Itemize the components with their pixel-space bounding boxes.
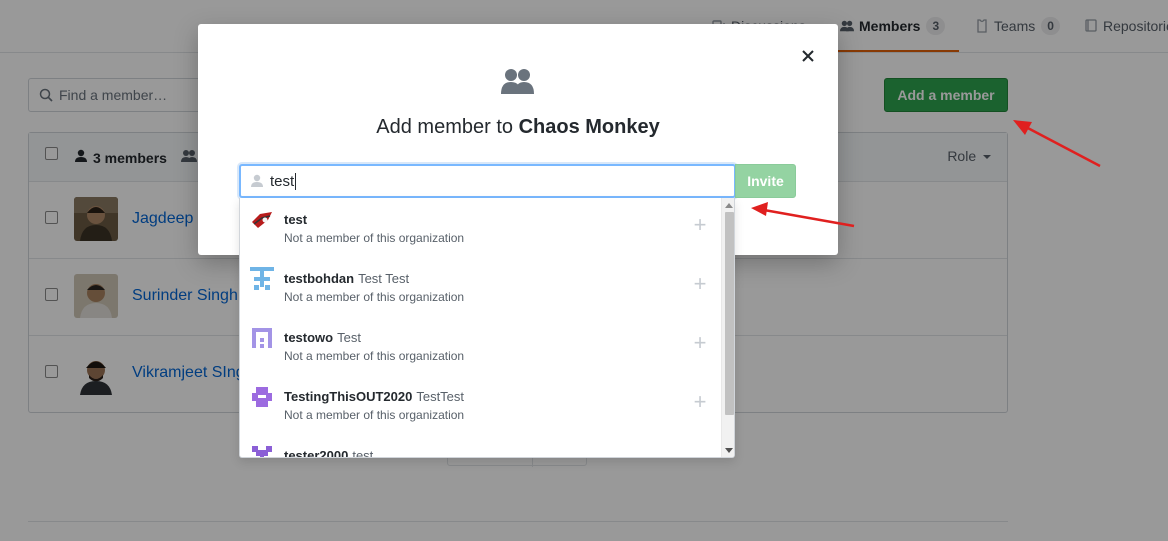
invite-input-value: test [270,172,295,190]
suggestion-full-name: Test [337,330,361,345]
invite-member-input[interactable]: test [239,164,736,198]
scroll-thumb[interactable] [725,212,734,415]
suggestion-login: testowo [284,330,334,345]
text-caret [295,172,297,190]
avatar [250,267,274,291]
suggestion-full-name: Test Test [358,271,410,286]
people-icon [501,67,535,98]
close-icon[interactable] [800,48,816,64]
suggestion-full-name: TestTest [416,389,465,404]
suggestion-item[interactable]: TestingThisOUT2020 TestTest Not a member … [240,375,721,434]
dialog-title-prefix: Add member to [376,116,513,138]
suggestion-login: testbohdan [284,271,355,286]
suggestion-item[interactable]: test Not a member of this organization + [240,198,721,257]
suggestion-login: test [284,212,308,227]
plus-icon[interactable]: + [692,214,708,236]
scroll-up-arrow-icon[interactable] [725,203,733,208]
suggestion-note: Not a member of this organization [284,290,465,304]
suggestion-full-name: test [352,448,374,458]
suggestion-note: Not a member of this organization [284,231,465,245]
person-icon [251,174,263,192]
suggestion-login: TestingThisOUT2020 [284,389,413,404]
autocomplete-suggestions: test Not a member of this organization +… [239,198,735,458]
avatar [250,444,274,457]
suggestion-item[interactable]: testowo Test Not a member of this organiz… [240,316,721,375]
avatar [250,326,274,350]
invite-button[interactable]: Invite [735,164,796,198]
suggestion-item[interactable]: testbohdan Test Test Not a member of this… [240,257,721,316]
dialog-title: Add member to Chaos Monkey [198,116,838,139]
plus-icon[interactable]: + [692,332,708,354]
avatar [250,385,274,409]
suggestion-item[interactable]: tester2000 test [240,434,721,458]
avatar [250,208,274,232]
suggestion-note: Not a member of this organization [284,349,465,363]
plus-icon[interactable]: + [692,273,708,295]
suggestions-scrollbar[interactable] [721,198,734,457]
plus-icon[interactable]: + [692,391,708,413]
org-name: Chaos Monkey [518,116,660,138]
scroll-down-arrow-icon[interactable] [725,448,733,453]
suggestion-note: Not a member of this organization [284,408,465,422]
suggestion-login: tester2000 [284,448,349,458]
